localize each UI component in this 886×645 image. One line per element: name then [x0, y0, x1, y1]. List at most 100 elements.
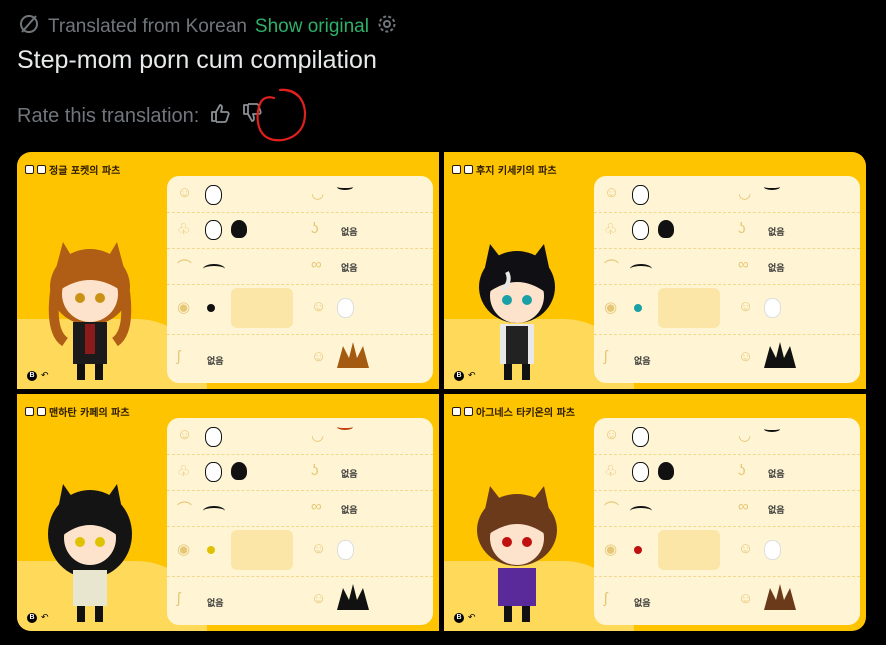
nose-icon: ʃ [604, 348, 608, 365]
head-part[interactable] [632, 220, 649, 240]
eye-options[interactable] [231, 288, 293, 328]
show-original-link[interactable]: Show original [255, 16, 369, 38]
sparkle-face-icon: ☺ [738, 540, 754, 557]
dice-icon [464, 165, 473, 174]
brow-part[interactable] [630, 506, 652, 516]
b-button-icon[interactable]: B [27, 370, 37, 381]
image-panel-4[interactable]: 아그네스 타키온의 파츠 B ↶ ☺ ◡ ♧ ʖ 없음 ⌒ ∞ 없음 ◉ ☺ ʃ 없음 ☺ [444, 394, 866, 631]
panel-controls[interactable]: B ↶ [27, 612, 49, 623]
character-figure [48, 484, 132, 622]
none-label: 없음 [768, 506, 785, 516]
hair-accessory[interactable] [760, 580, 800, 614]
mouth-part[interactable] [764, 426, 780, 432]
brow-part[interactable] [630, 264, 652, 274]
face-icon: ☺ [177, 184, 193, 201]
eye-part[interactable] [634, 546, 642, 554]
blush-part[interactable] [764, 298, 781, 318]
post-text: Step-mom porn cum compilation [17, 46, 377, 74]
eye-options[interactable] [231, 530, 293, 570]
sparkle-face-icon: ☺ [311, 298, 327, 315]
character-figure [477, 486, 557, 622]
face-icon: ☺ [604, 184, 620, 201]
translate-icon [18, 13, 40, 41]
face-part[interactable] [205, 427, 222, 447]
blush-part[interactable] [337, 298, 354, 318]
mouth-part[interactable] [337, 424, 353, 430]
none-label: 없음 [634, 599, 651, 609]
rate-translation-row: Rate this translation: [17, 102, 263, 130]
image-panel-1[interactable]: 정글 포켓의 파츠 B ↶ ☺ ◡ ♧ ʖ 없음 ⌒ ∞ 없음 ◉ ☺ ʃ 없음 ☺ [17, 152, 439, 389]
parts-card: ☺ ◡ ♧ ʖ 없음 ⌒ ∞ 없음 ◉ ☺ ʃ 없음 ☺ [594, 418, 860, 625]
hair-accessory[interactable] [333, 580, 373, 614]
undo-icon[interactable]: ↶ [468, 612, 476, 623]
hair-icon: ♧ [604, 463, 618, 480]
glasses-icon: ∞ [738, 498, 749, 515]
lips-icon: ◡ [311, 427, 325, 444]
panel-title: 아그네스 타키온의 파츠 [452, 404, 575, 419]
eye-options[interactable] [658, 530, 720, 570]
panel-controls[interactable]: B ↶ [27, 370, 49, 381]
gear-icon[interactable] [377, 14, 397, 40]
dice-icon [37, 165, 46, 174]
eye-icon: ◉ [177, 541, 191, 558]
dice-icon [37, 407, 46, 416]
brow-part[interactable] [203, 506, 225, 516]
none-label: 없음 [768, 228, 785, 238]
hair-part[interactable] [658, 220, 674, 238]
hair-accessory[interactable] [333, 338, 373, 372]
brow-part[interactable] [203, 264, 225, 274]
b-button-icon[interactable]: B [454, 612, 464, 623]
face-part[interactable] [205, 185, 222, 205]
hair-accessory[interactable] [760, 338, 800, 372]
head-part[interactable] [205, 462, 222, 482]
head-part[interactable] [205, 220, 222, 240]
panel-controls[interactable]: B ↶ [454, 612, 476, 623]
panel-title: 정글 포켓의 파츠 [25, 162, 120, 177]
undo-icon[interactable]: ↶ [468, 370, 476, 381]
eye-icon: ◉ [177, 299, 191, 316]
undo-icon[interactable]: ↶ [41, 370, 49, 381]
ear-icon: ʖ [738, 462, 746, 479]
dice-icon [452, 165, 461, 174]
b-button-icon[interactable]: B [454, 370, 464, 381]
hair-part[interactable] [658, 462, 674, 480]
blush-part[interactable] [764, 540, 781, 560]
none-label: 없음 [341, 506, 358, 516]
translated-from-label: Translated from Korean [48, 16, 247, 37]
image-grid[interactable]: 정글 포켓의 파츠 B ↶ ☺ ◡ ♧ ʖ 없음 ⌒ ∞ 없음 ◉ ☺ ʃ 없음 ☺ 후지 키세키… [17, 152, 866, 631]
undo-icon[interactable]: ↶ [41, 612, 49, 623]
b-button-icon[interactable]: B [27, 612, 37, 623]
hair-icon: ♧ [177, 463, 191, 480]
panel-controls[interactable]: B ↶ [454, 370, 476, 381]
image-panel-3[interactable]: 맨하탄 카페의 파츠 B ↶ ☺ ◡ ♧ ʖ 없음 ⌒ ∞ 없음 ◉ ☺ ʃ 없음 ☺ [17, 394, 439, 631]
face-part[interactable] [632, 427, 649, 447]
hair-part[interactable] [231, 462, 247, 480]
eye-options[interactable] [658, 288, 720, 328]
mouth-part[interactable] [337, 184, 353, 190]
none-label: 없음 [768, 264, 785, 274]
brow-icon: ⌒ [604, 259, 620, 276]
hair-part[interactable] [231, 220, 247, 238]
thumbs-up-icon[interactable] [209, 102, 231, 130]
accessory-icon: ☺ [738, 348, 754, 365]
brow-icon: ⌒ [177, 259, 193, 276]
face-part[interactable] [632, 185, 649, 205]
lips-icon: ◡ [738, 185, 752, 202]
thumbs-down-icon[interactable] [241, 102, 263, 130]
image-panel-2[interactable]: 후지 키세키의 파츠 B ↶ ☺ ◡ ♧ ʖ 없음 ⌒ ∞ 없음 ◉ ☺ ʃ 없음 ☺ [444, 152, 866, 389]
eye-part[interactable] [634, 304, 642, 312]
glasses-icon: ∞ [738, 256, 749, 273]
character-figure [479, 244, 555, 380]
hair-icon: ♧ [604, 221, 618, 238]
blush-part[interactable] [337, 540, 354, 560]
none-label: 없음 [207, 357, 224, 367]
parts-card: ☺ ◡ ♧ ʖ 없음 ⌒ ∞ 없음 ◉ ☺ ʃ 없음 ☺ [167, 418, 433, 625]
eye-part[interactable] [207, 304, 215, 312]
mouth-part[interactable] [764, 184, 780, 190]
accessory-icon: ☺ [738, 590, 754, 607]
none-label: 없음 [341, 228, 358, 238]
panel-title: 맨하탄 카페의 파츠 [25, 404, 130, 419]
head-part[interactable] [632, 462, 649, 482]
face-icon: ☺ [604, 426, 620, 443]
eye-part[interactable] [207, 546, 215, 554]
